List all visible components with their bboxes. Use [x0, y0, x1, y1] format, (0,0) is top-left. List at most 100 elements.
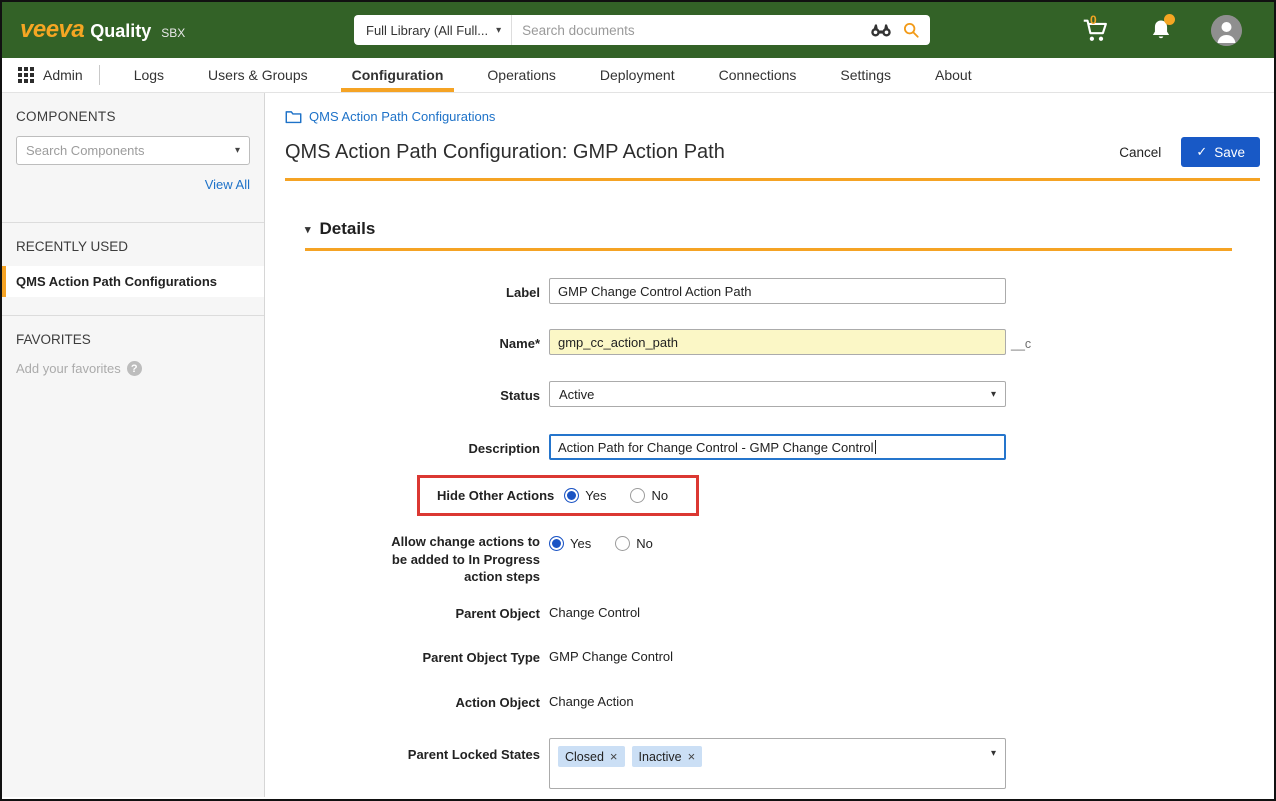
- collapse-caret-icon: ▾: [305, 223, 311, 236]
- status-value: Active: [559, 387, 594, 402]
- field-row-status: Status Active ▾: [305, 381, 1232, 407]
- chevron-down-icon: ▾: [496, 25, 501, 36]
- field-row-action-object: Action Object Change Action: [305, 694, 1232, 712]
- veeva-logo: veeva: [20, 16, 84, 44]
- favorites-empty-text: Add your favorites: [16, 361, 121, 376]
- cancel-button[interactable]: Cancel: [1119, 145, 1161, 160]
- components-sidebar: COMPONENTS ▾ View All RECENTLY USED QMS …: [2, 93, 265, 797]
- check-icon: ✓: [1196, 144, 1207, 160]
- search-icon[interactable]: [902, 21, 920, 39]
- user-avatar[interactable]: [1211, 15, 1242, 46]
- tab-operations[interactable]: Operations: [465, 58, 577, 92]
- cart-badge: 0: [1090, 13, 1097, 27]
- page-title: QMS Action Path Configuration: GMP Actio…: [285, 141, 725, 164]
- admin-label: Admin: [43, 67, 83, 83]
- remove-tag-icon[interactable]: ×: [688, 749, 696, 764]
- breadcrumb-link[interactable]: QMS Action Path Configurations: [309, 109, 495, 124]
- field-row-hide-other-actions: Hide Other Actions Yes No: [305, 475, 1232, 516]
- name-field-label: Name*: [305, 329, 549, 353]
- tab-settings[interactable]: Settings: [818, 58, 913, 92]
- radio-no-label: No: [636, 536, 653, 551]
- details-section-header[interactable]: ▾ Details: [305, 219, 1232, 239]
- radio-selected-icon[interactable]: [549, 536, 564, 551]
- tab-connections[interactable]: Connections: [697, 58, 819, 92]
- hide-other-actions-label: Hide Other Actions: [437, 488, 554, 503]
- folder-icon: [285, 110, 302, 124]
- details-section: ▾ Details Label Name* __c: [305, 219, 1232, 789]
- allow-change-actions-label: Allow change actions to be added to In P…: [305, 533, 549, 586]
- allow-change-actions-yes-radio[interactable]: Yes: [549, 536, 591, 551]
- details-section-title: Details: [320, 219, 376, 239]
- action-object-label: Action Object: [305, 694, 549, 712]
- name-input[interactable]: [549, 329, 1006, 355]
- field-row-parent-locked-states: Parent Locked States Closed × Inactive ×: [305, 738, 1232, 789]
- chevron-down-icon: ▾: [991, 389, 996, 400]
- action-object-value: Change Action: [549, 694, 634, 709]
- tab-users-groups[interactable]: Users & Groups: [186, 58, 330, 92]
- details-divider: [305, 248, 1232, 251]
- remove-tag-icon[interactable]: ×: [610, 749, 618, 764]
- top-header: veeva Quality SBX Full Library (All Full…: [2, 2, 1274, 58]
- red-highlight-box: Hide Other Actions Yes No: [417, 475, 699, 516]
- tab-configuration[interactable]: Configuration: [330, 58, 466, 92]
- view-all-link[interactable]: View All: [205, 177, 250, 192]
- save-button[interactable]: ✓ Save: [1181, 137, 1260, 167]
- product-name: Quality: [90, 21, 151, 42]
- document-search-bar: Full Library (All Full... ▾: [354, 15, 930, 45]
- hide-other-actions-no-radio[interactable]: No: [630, 488, 668, 503]
- parent-object-type-label: Parent Object Type: [305, 649, 549, 667]
- title-divider: [285, 178, 1260, 181]
- chevron-down-icon: ▾: [991, 748, 996, 759]
- hide-other-actions-yes-radio[interactable]: Yes: [564, 488, 606, 503]
- parent-object-type-value: GMP Change Control: [549, 649, 673, 664]
- parent-locked-states-label: Parent Locked States: [305, 738, 549, 764]
- favorites-section-title: FAVORITES: [2, 316, 264, 359]
- environment-label: SBX: [161, 26, 185, 40]
- search-scope-dropdown[interactable]: Full Library (All Full... ▾: [354, 15, 511, 45]
- admin-nav-bar: Admin Logs Users & Groups Configuration …: [2, 58, 1274, 93]
- tab-logs[interactable]: Logs: [112, 58, 186, 92]
- recently-used-section-title: RECENTLY USED: [2, 223, 264, 266]
- parent-object-value: Change Control: [549, 605, 640, 620]
- components-section-title: COMPONENTS: [16, 109, 250, 124]
- description-field-label: Description: [305, 434, 549, 458]
- label-input[interactable]: [549, 278, 1006, 304]
- cart-icon[interactable]: 0: [1079, 14, 1111, 46]
- divider: [99, 65, 100, 85]
- parent-locked-states-multiselect[interactable]: Closed × Inactive × ▾: [549, 738, 1006, 789]
- binoculars-icon[interactable]: [870, 22, 892, 38]
- radio-yes-label: Yes: [585, 488, 606, 503]
- status-field-label: Status: [305, 381, 549, 405]
- tag-inactive-label: Inactive: [639, 750, 682, 764]
- field-row-parent-object-type: Parent Object Type GMP Change Control: [305, 649, 1232, 667]
- main-content: QMS Action Path Configurations QMS Actio…: [265, 93, 1274, 797]
- save-button-label: Save: [1214, 145, 1245, 160]
- sidebar-item-qms-action-path-configurations[interactable]: QMS Action Path Configurations: [2, 266, 264, 297]
- search-input[interactable]: [512, 23, 870, 38]
- radio-unselected-icon[interactable]: [630, 488, 645, 503]
- radio-unselected-icon[interactable]: [615, 536, 630, 551]
- allow-change-actions-no-radio[interactable]: No: [615, 536, 653, 551]
- status-select[interactable]: Active ▾: [549, 381, 1006, 407]
- radio-selected-icon[interactable]: [564, 488, 579, 503]
- notifications-bell-icon[interactable]: [1145, 14, 1177, 46]
- description-value: Action Path for Change Control - GMP Cha…: [558, 440, 874, 455]
- radio-yes-label: Yes: [570, 536, 591, 551]
- components-search-input[interactable]: [26, 143, 235, 158]
- description-input[interactable]: Action Path for Change Control - GMP Cha…: [549, 434, 1006, 460]
- components-search-dropdown[interactable]: ▾: [16, 136, 250, 165]
- field-row-parent-object: Parent Object Change Control: [305, 605, 1232, 623]
- tab-deployment[interactable]: Deployment: [578, 58, 697, 92]
- parent-object-label: Parent Object: [305, 605, 549, 623]
- notification-dot: [1164, 14, 1175, 25]
- radio-no-label: No: [651, 488, 668, 503]
- tab-about[interactable]: About: [913, 58, 994, 92]
- app-grid-icon: [18, 67, 34, 83]
- field-row-allow-change-actions: Allow change actions to be added to In P…: [305, 533, 1232, 586]
- field-row-label: Label: [305, 278, 1232, 304]
- admin-menu[interactable]: Admin: [18, 58, 99, 92]
- breadcrumb[interactable]: QMS Action Path Configurations: [285, 109, 1260, 124]
- help-icon[interactable]: ?: [127, 361, 142, 376]
- field-row-description: Description Action Path for Change Contr…: [305, 434, 1232, 460]
- chevron-down-icon: ▾: [235, 145, 240, 156]
